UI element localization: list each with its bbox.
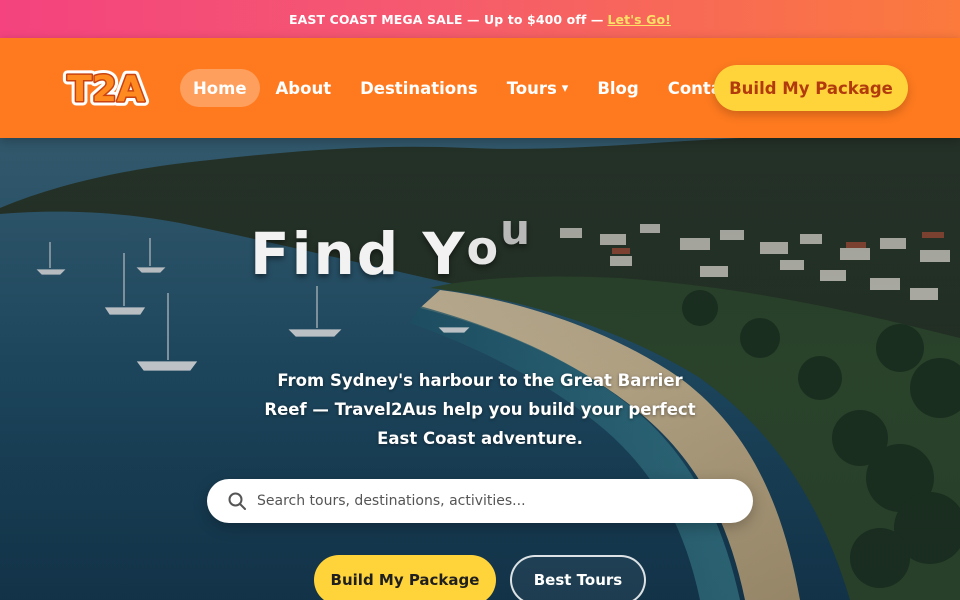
main-navbar: T2A T2A T2A Home About Destinations Tour… xyxy=(0,38,960,138)
promo-text: EAST COAST MEGA SALE — Up to $400 off — xyxy=(289,11,604,27)
hero-title: Find You xyxy=(250,205,532,288)
nav-home[interactable]: Home xyxy=(180,69,260,107)
nav-links: Home About Destinations Tours ▾ Blog Con… xyxy=(180,69,756,107)
search-icon xyxy=(228,492,246,510)
nav-destinations[interactable]: Destinations xyxy=(347,69,491,107)
nav-blog[interactable]: Blog xyxy=(584,69,651,107)
site-logo[interactable]: T2A T2A T2A xyxy=(56,63,156,115)
svg-text:T2A: T2A xyxy=(67,69,145,110)
chevron-down-icon: ▾ xyxy=(561,80,569,96)
t2a-logo-icon: T2A T2A T2A xyxy=(63,65,150,115)
hero-subtitle: From Sydney's harbour to the Great Barri… xyxy=(264,371,696,448)
hero-section: Find You From Sydney's harbour to the Gr… xyxy=(0,138,960,600)
search-bar[interactable] xyxy=(207,479,753,523)
best-tours-button[interactable]: Best Tours xyxy=(510,555,646,600)
promo-bar: EAST COAST MEGA SALE — Up to $400 off — … xyxy=(0,0,960,38)
build-package-nav-button[interactable]: Build My Package xyxy=(714,65,908,111)
hero-title-letter: Y xyxy=(422,220,467,288)
build-package-button[interactable]: Build My Package xyxy=(314,555,496,600)
hero-title-letter: u xyxy=(500,205,533,254)
search-input[interactable] xyxy=(257,493,727,509)
promo-link[interactable]: Let's Go! xyxy=(607,12,671,27)
nav-tours[interactable]: Tours ▾ xyxy=(494,69,582,107)
nav-about[interactable]: About xyxy=(263,69,345,107)
hero-title-letter: o xyxy=(466,221,501,275)
hero-title-word: Find xyxy=(250,220,401,288)
